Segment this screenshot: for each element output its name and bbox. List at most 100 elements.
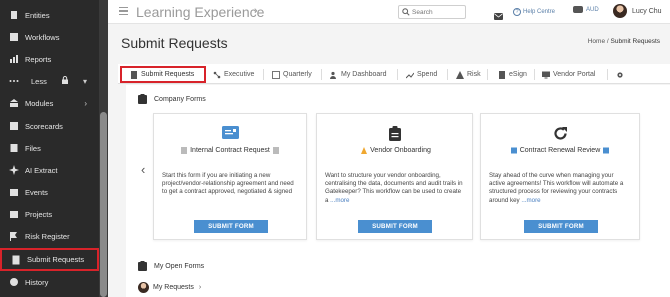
card-description-text: Stay ahead of the curve when managing yo… — [489, 172, 624, 204]
tab-submit-requests[interactable]: Submit Requests — [120, 66, 207, 83]
mail-icon[interactable] — [494, 7, 503, 20]
tab-label: Quarterly — [283, 71, 312, 78]
chevron-right-icon[interactable]: › — [254, 5, 258, 17]
hamburger-menu-icon[interactable] — [119, 7, 128, 15]
sidebar-item-reports[interactable]: Reports — [0, 48, 99, 70]
lock-icon[interactable] — [61, 76, 69, 86]
breadcrumb-home[interactable]: Home — [588, 38, 605, 45]
sidebar-item-label: Events — [25, 187, 48, 197]
submit-form-button[interactable]: SUBMIT FORM — [358, 220, 432, 233]
sidebar-item-label: History — [25, 277, 49, 287]
card-description: Want to structure your vendor onboarding… — [325, 172, 464, 205]
sidebar-item-modules[interactable]: Modules › — [0, 92, 99, 114]
top-header: Learning Experience › ? Help Centre AUD … — [108, 0, 670, 24]
tab-divider — [534, 69, 535, 80]
card-title: Internal Contract Request — [190, 147, 270, 154]
sidebar-item-entities[interactable]: Entities — [0, 4, 99, 26]
submit-form-button[interactable]: SUBMIT FORM — [194, 220, 268, 233]
tab-quarterly[interactable]: Quarterly — [272, 66, 312, 83]
more-link[interactable]: ...more — [521, 197, 540, 204]
sidebar-item-label: Submit Requests — [27, 255, 85, 264]
card-description-text: Start this form if you are initiating a … — [162, 172, 294, 196]
sidebar-item-less[interactable]: Less ▾ — [0, 70, 99, 92]
tab-executive[interactable]: Executive — [213, 66, 254, 83]
search-input[interactable] — [412, 8, 464, 16]
form-card-vendor-onboarding: Vendor Onboarding Want to structure your… — [316, 113, 473, 240]
sidebar-item-files[interactable]: Files — [0, 137, 99, 159]
sidebar-item-history[interactable]: History — [0, 271, 99, 293]
reports-icon — [8, 54, 19, 65]
sidebar-item-label: Reports — [25, 54, 52, 64]
sidebar-item-label: AI Extract — [25, 165, 58, 175]
sidebar-item-label: Risk Register — [25, 231, 70, 241]
app-title[interactable]: Learning Experience — [136, 4, 264, 20]
workflow-icon — [8, 32, 19, 43]
card-title-row: Contract Renewal Review — [481, 147, 639, 154]
document-icon — [499, 70, 505, 79]
sidebar-item-submit-requests[interactable]: Submit Requests — [0, 248, 99, 271]
sidebar-item-ai-extract[interactable]: AI Extract — [0, 159, 99, 181]
tab-risk[interactable]: Risk — [456, 66, 481, 83]
sidebar-scrollbar-thumb[interactable] — [100, 112, 107, 297]
refresh-card-icon — [481, 126, 639, 141]
card-description: Stay ahead of the curve when managing yo… — [489, 172, 631, 205]
sparkle-icon — [8, 165, 19, 176]
chevron-right-icon: › — [84, 98, 87, 108]
sidebar-item-risk-register[interactable]: Risk Register — [0, 225, 99, 247]
chevron-down-icon[interactable]: ▾ — [83, 77, 87, 86]
submit-icon — [10, 254, 21, 265]
project-icon — [8, 209, 19, 220]
currency-flag-icon — [573, 6, 583, 13]
tab-divider — [321, 69, 322, 80]
doc-mini-icon — [181, 147, 188, 154]
sidebar-item-workflows[interactable]: Workflows — [0, 26, 99, 48]
tab-vendor-portal[interactable]: Vendor Portal — [542, 66, 595, 83]
tab-my-dashboard[interactable]: My Dashboard — [330, 66, 387, 83]
carousel-prev-arrow[interactable]: ‹ — [141, 162, 145, 177]
warning-mini-icon — [361, 147, 368, 154]
tab-label: Risk — [467, 71, 481, 78]
users-icon — [330, 71, 336, 79]
tab-settings[interactable] — [616, 66, 627, 83]
submit-icon — [131, 70, 137, 79]
card-title: Vendor Onboarding — [370, 147, 431, 154]
card-title: Contract Renewal Review — [519, 147, 601, 154]
chevron-right-icon: › — [198, 284, 202, 291]
tab-label: Executive — [224, 71, 255, 78]
avatar — [613, 4, 627, 18]
folder-icon — [8, 143, 19, 154]
risk-icon — [8, 231, 19, 242]
tab-label: My Dashboard — [341, 71, 387, 78]
currency-selector[interactable]: AUD — [573, 6, 599, 13]
doc-mini-icon — [272, 147, 279, 154]
my-requests-link[interactable]: My Requests › — [138, 282, 201, 293]
tab-esign[interactable]: eSign — [498, 66, 527, 83]
contract-card-icon — [154, 126, 306, 139]
grid-icon — [272, 70, 280, 79]
sidebar-item-scorecards[interactable]: Scorecards — [0, 115, 99, 137]
search-box[interactable] — [398, 5, 466, 19]
tab-spend[interactable]: Spend — [406, 66, 437, 83]
section-title: Company Forms — [154, 95, 206, 103]
line-chart-icon — [406, 72, 414, 78]
tab-divider — [607, 69, 608, 80]
breadcrumb-separator: / — [606, 38, 609, 45]
clipboard-card-icon — [317, 126, 472, 141]
help-centre-link[interactable]: ? Help Centre — [513, 6, 555, 17]
submit-form-button[interactable]: SUBMIT FORM — [524, 220, 598, 233]
my-open-forms-heading: My Open Forms — [138, 261, 204, 271]
tab-label: Submit Requests — [141, 71, 195, 78]
sidebar-item-label: Files — [25, 143, 41, 153]
building-icon — [8, 10, 19, 21]
sidebar-item-events[interactable]: Events — [0, 181, 99, 203]
more-link[interactable]: ...more — [330, 197, 349, 204]
form-card-contract-renewal-review: Contract Renewal Review Stay ahead of th… — [480, 113, 640, 240]
clipboard-icon — [138, 94, 147, 104]
tab-label: Spend — [417, 71, 438, 78]
currency-label: AUD — [586, 6, 599, 13]
sidebar-item-projects[interactable]: Projects — [0, 203, 99, 225]
form-card-internal-contract-request: Internal Contract Request Start this for… — [153, 113, 307, 240]
user-menu[interactable]: Lucy Chu — [613, 4, 662, 18]
breadcrumb-current: Submit Requests — [610, 38, 661, 45]
monitor-icon — [542, 71, 550, 78]
